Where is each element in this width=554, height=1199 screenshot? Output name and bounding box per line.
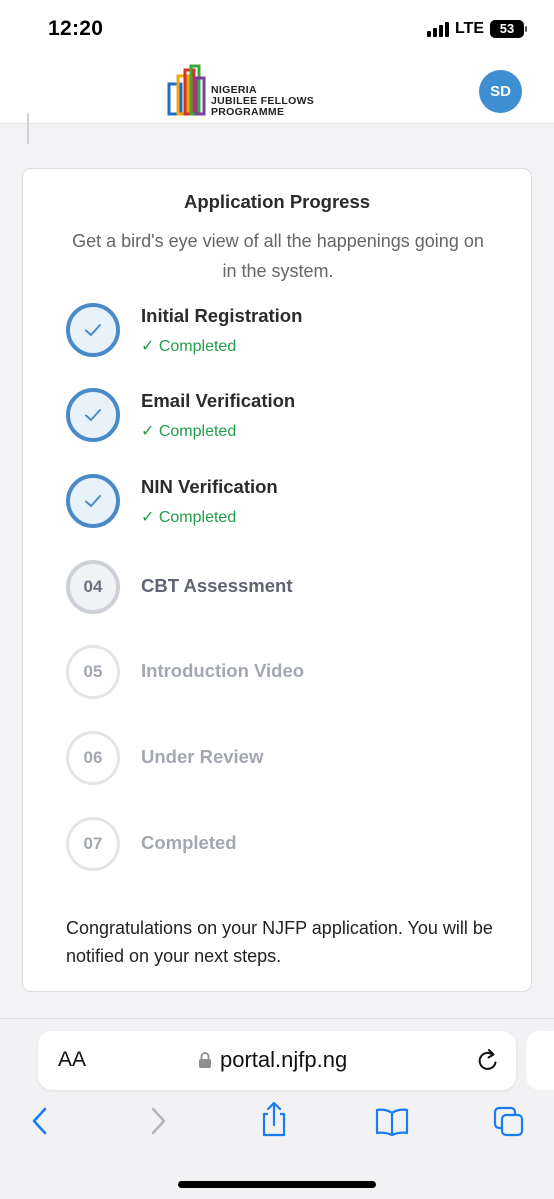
url-display[interactable]: portal.njfp.ng: [198, 1047, 347, 1073]
step-status: ✓ Completed: [141, 509, 237, 526]
battery-icon: 53: [490, 20, 527, 38]
browser-toolbar: [0, 1101, 554, 1147]
step-title: Under Review: [141, 746, 264, 767]
address-bar[interactable]: AA portal.njfp.ng: [38, 1031, 516, 1090]
step-title: Introduction Video: [141, 660, 305, 681]
njfp-logo-icon: [167, 64, 206, 116]
home-indicator: [178, 1181, 376, 1188]
status-bar: 12:20 LTE 53: [0, 0, 554, 58]
step-under-review: 06 Under Review: [66, 731, 506, 787]
text-size-button[interactable]: AA: [58, 1048, 86, 1072]
card-subtitle: Get a bird's eye view of all the happeni…: [72, 231, 484, 281]
step-number: 07: [66, 817, 120, 871]
step-status: ✓ Completed: [141, 423, 237, 440]
tabs-icon[interactable]: [492, 1105, 526, 1139]
signal-icon: [426, 21, 449, 37]
step-title: NIN Verification: [141, 476, 278, 497]
congratulations-message: Congratulations on your NJFP application…: [66, 918, 493, 966]
user-avatar[interactable]: SD: [479, 70, 522, 113]
check-icon: [66, 474, 120, 528]
step-title: Initial Registration: [141, 305, 303, 326]
step-nin-verification: NIN Verification ✓ Completed: [66, 474, 506, 530]
bookmarks-icon[interactable]: [374, 1107, 410, 1137]
status-time: 12:20: [48, 17, 104, 40]
status-indicators: LTE 53: [426, 20, 527, 38]
step-number: 06: [66, 731, 120, 785]
application-progress-card: Application Progress Get a bird's eye vi…: [22, 168, 532, 992]
step-initial-registration: Initial Registration ✓ Completed: [66, 303, 506, 359]
network-label: LTE: [454, 20, 484, 37]
check-icon: [66, 303, 120, 357]
back-icon[interactable]: [28, 1103, 50, 1139]
step-number: 04: [66, 560, 120, 614]
browser-chrome: AA portal.njfp.ng: [0, 1018, 554, 1199]
step-email-verification: Email Verification ✓ Completed: [66, 388, 506, 444]
logo-text: NIGERIA JUBILEE FELLOWS PROGRAMME: [211, 84, 315, 118]
forward-icon[interactable]: [148, 1103, 170, 1139]
step-number: 05: [66, 645, 120, 699]
step-introduction-video: 05 Introduction Video: [66, 645, 506, 701]
text-size-label: AA: [58, 1048, 87, 1071]
share-icon[interactable]: [259, 1099, 289, 1139]
step-completed: 07 Completed: [66, 817, 506, 873]
url-text: portal.njfp.ng: [220, 1047, 348, 1072]
text-caret: [27, 113, 29, 144]
step-title: Email Verification: [141, 390, 296, 411]
step-title: Completed: [141, 832, 237, 853]
step-status: ✓ Completed: [141, 338, 237, 355]
lock-icon: [199, 1052, 211, 1068]
njfp-logo[interactable]: NIGERIA JUBILEE FELLOWS PROGRAMME: [167, 64, 327, 118]
card-title: Application Progress: [183, 191, 371, 212]
step-cbt-assessment: 04 CBT Assessment: [66, 560, 506, 616]
app-header: NIGERIA JUBILEE FELLOWS PROGRAMME SD: [0, 58, 554, 124]
check-icon: [66, 388, 120, 442]
reload-icon[interactable]: [476, 1048, 500, 1074]
next-tab-peek[interactable]: [526, 1031, 554, 1090]
step-title: CBT Assessment: [141, 575, 293, 596]
